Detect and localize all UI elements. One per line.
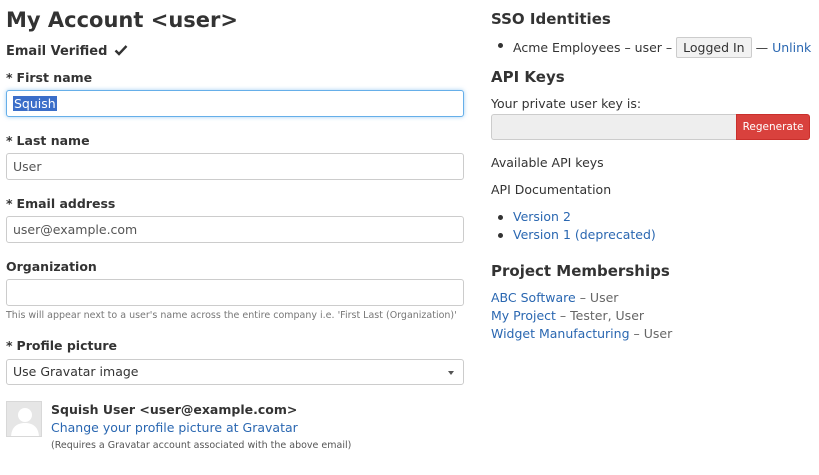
profile-picture-label: * Profile picture — [6, 338, 117, 353]
avatar — [6, 401, 42, 437]
api-doc-item: Version 1 (deprecated) — [498, 227, 656, 242]
api-doc-link-v1[interactable]: Version 1 (deprecated) — [513, 227, 656, 242]
organization-help-text: This will appear next to a user's name a… — [6, 310, 457, 321]
sso-title: SSO Identities — [491, 10, 611, 28]
required-marker: * — [6, 338, 13, 353]
project-memberships-title: Project Memberships — [491, 262, 670, 280]
gravatar-note: (Requires a Gravatar account associated … — [51, 440, 352, 451]
profile-picture-select[interactable]: Use Gravatar image — [6, 359, 464, 385]
private-key-label: Your private user key is: — [491, 96, 642, 111]
project-role: – User — [579, 290, 619, 305]
project-role: – User — [633, 326, 673, 341]
first-name-input[interactable]: Squish — [6, 90, 464, 117]
sso-separator: — — [755, 40, 769, 55]
email-input[interactable]: user@example.com — [6, 216, 464, 243]
default-avatar-icon — [7, 402, 41, 436]
sso-identity-text: Acme Employees – user – — [513, 40, 673, 55]
project-link[interactable]: Widget Manufacturing — [491, 326, 630, 341]
gravatar-name: Squish User <user@example.com> — [51, 402, 298, 417]
membership-row: My Project – Tester, User — [491, 308, 644, 323]
last-name-value: User — [13, 159, 42, 174]
available-api-keys-label: Available API keys — [491, 155, 604, 170]
project-link[interactable]: ABC Software — [491, 290, 576, 305]
required-marker: * — [6, 133, 13, 148]
organization-input[interactable] — [6, 279, 464, 306]
required-marker: * — [6, 196, 13, 211]
project-role: – Tester, User — [559, 308, 645, 323]
page-title: My Account <user> — [6, 8, 238, 32]
first-name-label: * First name — [6, 70, 93, 85]
api-documentation-label: API Documentation — [491, 182, 612, 197]
email-verified-status: Email Verified — [6, 43, 128, 59]
unlink-link[interactable]: Unlink — [772, 40, 811, 55]
email-label: * Email address — [6, 196, 116, 211]
first-name-value: Squish — [13, 96, 57, 111]
organization-label: Organization — [6, 259, 97, 274]
checkmark-icon — [114, 43, 128, 57]
api-keys-title: API Keys — [491, 68, 565, 86]
sso-status-badge: Logged In — [676, 37, 752, 58]
last-name-label: * Last name — [6, 133, 90, 148]
api-doc-item: Version 2 — [498, 209, 571, 224]
profile-picture-selected: Use Gravatar image — [13, 364, 139, 379]
membership-row: Widget Manufacturing – User — [491, 326, 672, 341]
required-marker: * — [6, 70, 13, 85]
email-value: user@example.com — [13, 222, 138, 237]
sso-identity-item: Acme Employees – user – Logged In — Unli… — [497, 37, 811, 58]
last-name-input[interactable]: User — [6, 153, 464, 180]
membership-row: ABC Software – User — [491, 290, 618, 305]
private-key-field[interactable] — [491, 114, 737, 140]
gravatar-change-link[interactable]: Change your profile picture at Gravatar — [51, 420, 298, 435]
regenerate-button[interactable]: Regenerate — [736, 114, 810, 140]
project-link[interactable]: My Project — [491, 308, 556, 323]
chevron-down-icon — [448, 371, 454, 375]
api-doc-link-v2[interactable]: Version 2 — [513, 209, 571, 224]
email-verified-label: Email Verified — [6, 44, 108, 59]
